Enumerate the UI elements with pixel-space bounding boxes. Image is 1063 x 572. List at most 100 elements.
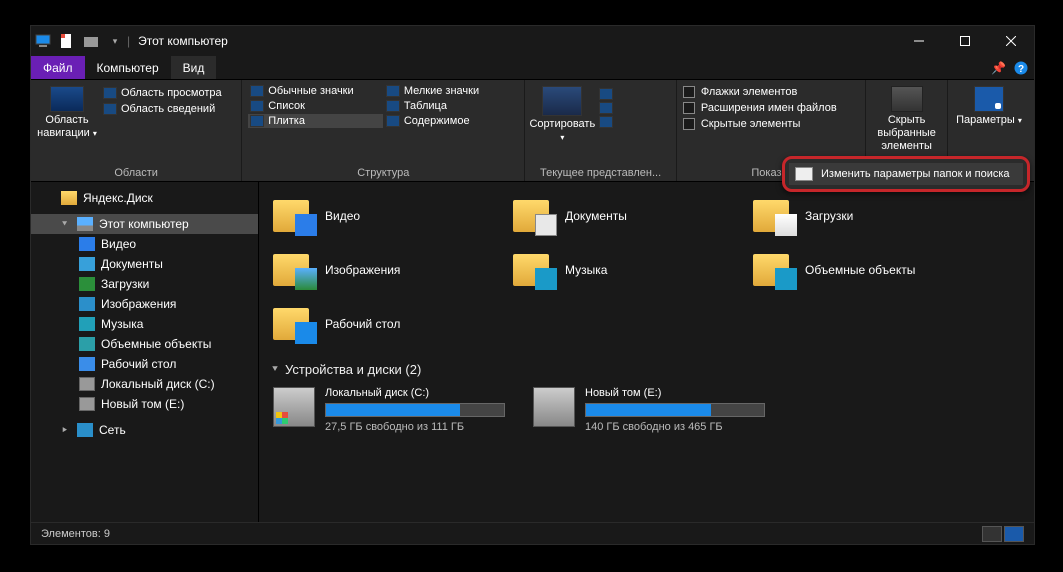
sidebar-item-desktop[interactable]: Рабочий стол	[31, 354, 258, 374]
folder-tile[interactable]: Объемные объекты	[751, 248, 981, 292]
disk-icon	[533, 387, 575, 427]
tab-file[interactable]: Файл	[31, 56, 85, 79]
sidebar-item-images[interactable]: Изображения	[31, 294, 258, 314]
disk-name: Локальный диск (C:)	[325, 387, 505, 399]
preview-pane-label: Область просмотра	[121, 87, 222, 99]
sidebar-item-3d[interactable]: Объемные объекты	[31, 334, 258, 354]
folder-tile[interactable]: Музыка	[511, 248, 741, 292]
help-icon[interactable]: ?	[1014, 61, 1028, 75]
disk-name: Новый том (E:)	[585, 387, 765, 399]
doc-icon	[59, 33, 75, 49]
sidebar-item-music[interactable]: Музыка	[31, 314, 258, 334]
change-folder-options-label: Изменить параметры папок и поиска	[821, 168, 1010, 180]
details-pane-icon	[103, 103, 117, 115]
close-button[interactable]	[988, 26, 1034, 56]
layout-normal-icons[interactable]: Обычные значки	[248, 84, 383, 98]
layout-small-icons[interactable]: Мелкие значки	[384, 84, 519, 98]
sidebar-this-pc[interactable]: ⯆Этот компьютер	[31, 214, 258, 234]
sort-button[interactable]: Сортировать ▾	[531, 86, 593, 144]
chevron-right-icon[interactable]: ⯈	[61, 425, 71, 436]
folder-small-icon	[83, 33, 99, 49]
sort-label: Сортировать	[529, 118, 595, 130]
dropdown-arrow-icon[interactable]: ▾	[107, 33, 123, 49]
pc-icon	[77, 217, 93, 231]
hide-selected-button[interactable]: Скрыть выбранные элементы	[872, 84, 941, 154]
folder-icon	[753, 196, 797, 236]
folder-label: Музыка	[565, 263, 607, 277]
layout-table[interactable]: Таблица	[384, 99, 519, 113]
sidebar-item-video[interactable]: Видео	[31, 234, 258, 254]
view-details-icon[interactable]	[982, 526, 1002, 542]
pin-icon[interactable]: 📌	[991, 61, 1006, 75]
tab-view[interactable]: Вид	[171, 56, 217, 79]
navigation-tree[interactable]: Яндекс.Диск ⯆Этот компьютер Видео Докуме…	[31, 182, 259, 522]
folder-label: Документы	[565, 209, 627, 223]
layout-list[interactable]: Список	[248, 99, 383, 113]
add-columns-icon[interactable]	[599, 102, 613, 114]
ribbon-tabs: Файл Компьютер Вид 📌 ?	[31, 56, 1034, 80]
checkbox-extensions[interactable]: Расширения имен файлов	[683, 102, 859, 114]
section-devices-label: Устройства и диски (2)	[285, 362, 421, 377]
options-dropdown: Изменить параметры папок и поиска	[782, 156, 1030, 192]
options-icon	[974, 86, 1004, 112]
svg-text:?: ?	[1018, 64, 1024, 75]
disk-free: 27,5 ГБ свободно из 111 ГБ	[325, 421, 505, 433]
sidebar-network[interactable]: ⯈Сеть	[31, 420, 258, 440]
sidebar-item-disk-c[interactable]: Локальный диск (C:)	[31, 374, 258, 394]
maximize-button[interactable]	[942, 26, 988, 56]
preview-pane-button[interactable]: Область просмотра	[101, 86, 224, 100]
folder-tile[interactable]: Изображения	[271, 248, 501, 292]
disk-tile[interactable]: Локальный диск (C:) 27,5 ГБ свободно из 1…	[271, 385, 511, 435]
folder-tile[interactable]: Документы	[511, 194, 741, 238]
minimize-button[interactable]	[896, 26, 942, 56]
group-sort-label: Текущее представлен...	[531, 165, 670, 179]
disk-usage-bar	[585, 403, 765, 417]
navigation-pane-button[interactable]: Область навигации ▾	[37, 84, 97, 140]
checkbox-hidden[interactable]: Скрытые элементы	[683, 118, 859, 130]
folder-icon	[61, 191, 77, 205]
sidebar-item-documents[interactable]: Документы	[31, 254, 258, 274]
options-button[interactable]: Параметры ▾	[954, 84, 1024, 127]
checkbox-item-flags[interactable]: Флажки элементов	[683, 86, 859, 98]
pc-icon	[35, 33, 51, 49]
sidebar-item-disk-e[interactable]: Новый том (E:)	[31, 394, 258, 414]
disk-icon	[273, 387, 315, 427]
layout-tiles[interactable]: Плитка	[248, 114, 383, 128]
folder-icon	[753, 250, 797, 290]
disk-free: 140 ГБ свободно из 465 ГБ	[585, 421, 765, 433]
folder-tile[interactable]: Видео	[271, 194, 501, 238]
layout-content[interactable]: Содержимое	[384, 114, 519, 128]
folder-icon	[273, 304, 317, 344]
folder-label: Видео	[325, 209, 360, 223]
group-layout-label: Структура	[248, 165, 518, 179]
change-folder-options-item[interactable]: Изменить параметры папок и поиска	[789, 163, 1023, 185]
title-bar: ▾ | Этот компьютер	[31, 26, 1034, 56]
folder-label: Загрузки	[805, 209, 853, 223]
fit-columns-icon[interactable]	[599, 116, 613, 128]
window-title: Этот компьютер	[138, 34, 228, 48]
group-by-icon[interactable]	[599, 88, 613, 100]
view-tiles-icon[interactable]	[1004, 526, 1024, 542]
details-pane-button[interactable]: Область сведений	[101, 102, 224, 116]
chevron-down-icon[interactable]: ⯆	[271, 364, 279, 375]
folder-label: Изображения	[325, 263, 400, 277]
content-area[interactable]: Видео Документы Загрузки Изображения Музыка О…	[259, 182, 1034, 522]
folder-icon	[513, 250, 557, 290]
sidebar-item-downloads[interactable]: Загрузки	[31, 274, 258, 294]
tab-computer[interactable]: Компьютер	[85, 56, 171, 79]
sidebar-yandex-disk[interactable]: Яндекс.Диск	[31, 188, 258, 208]
folder-options-icon	[795, 167, 813, 181]
folder-tile[interactable]: Загрузки	[751, 194, 981, 238]
layout-gallery[interactable]: Обычные значки Мелкие значки Список Табл…	[248, 84, 518, 128]
folder-tile[interactable]: Рабочий стол	[271, 302, 501, 346]
group-panes-label: Области	[37, 165, 235, 179]
navigation-pane-label: Область навигации	[37, 114, 90, 139]
navigation-pane-icon	[50, 86, 84, 112]
section-devices[interactable]: ⯆ Устройства и диски (2)	[271, 356, 1022, 385]
status-count: Элементов: 9	[41, 528, 110, 540]
disk-tile[interactable]: Новый том (E:) 140 ГБ свободно из 465 ГБ	[531, 385, 771, 435]
chevron-down-icon[interactable]: ⯆	[61, 219, 71, 230]
explorer-window: ▾ | Этот компьютер Файл Компьютер Вид 📌 …	[30, 25, 1035, 545]
folder-icon	[273, 196, 317, 236]
status-bar: Элементов: 9	[31, 522, 1034, 544]
